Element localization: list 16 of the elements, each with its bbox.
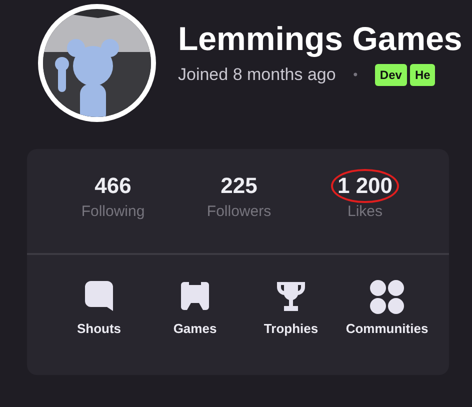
badge: Dev [374, 64, 407, 86]
profile-link[interactable]: Games [151, 279, 239, 336]
profile-link[interactable]: Communities [343, 279, 431, 336]
joined-text: Joined 8 months ago [178, 64, 336, 84]
stat-label: Likes [347, 203, 383, 220]
stat-value: 225 [220, 173, 258, 199]
profile-link[interactable]: Trophies [247, 279, 335, 336]
stat-label: Following [81, 203, 145, 220]
badge: He [410, 64, 436, 86]
separator-dot: • [352, 68, 359, 82]
profile-link[interactable]: Shouts [55, 279, 143, 336]
four-circles-icon [369, 279, 405, 315]
stat-label: Followers [206, 203, 272, 220]
profile-name: Lemmings Games [178, 20, 462, 58]
stat-value: 1 200 [337, 173, 393, 199]
stat-value: 466 [94, 173, 132, 199]
